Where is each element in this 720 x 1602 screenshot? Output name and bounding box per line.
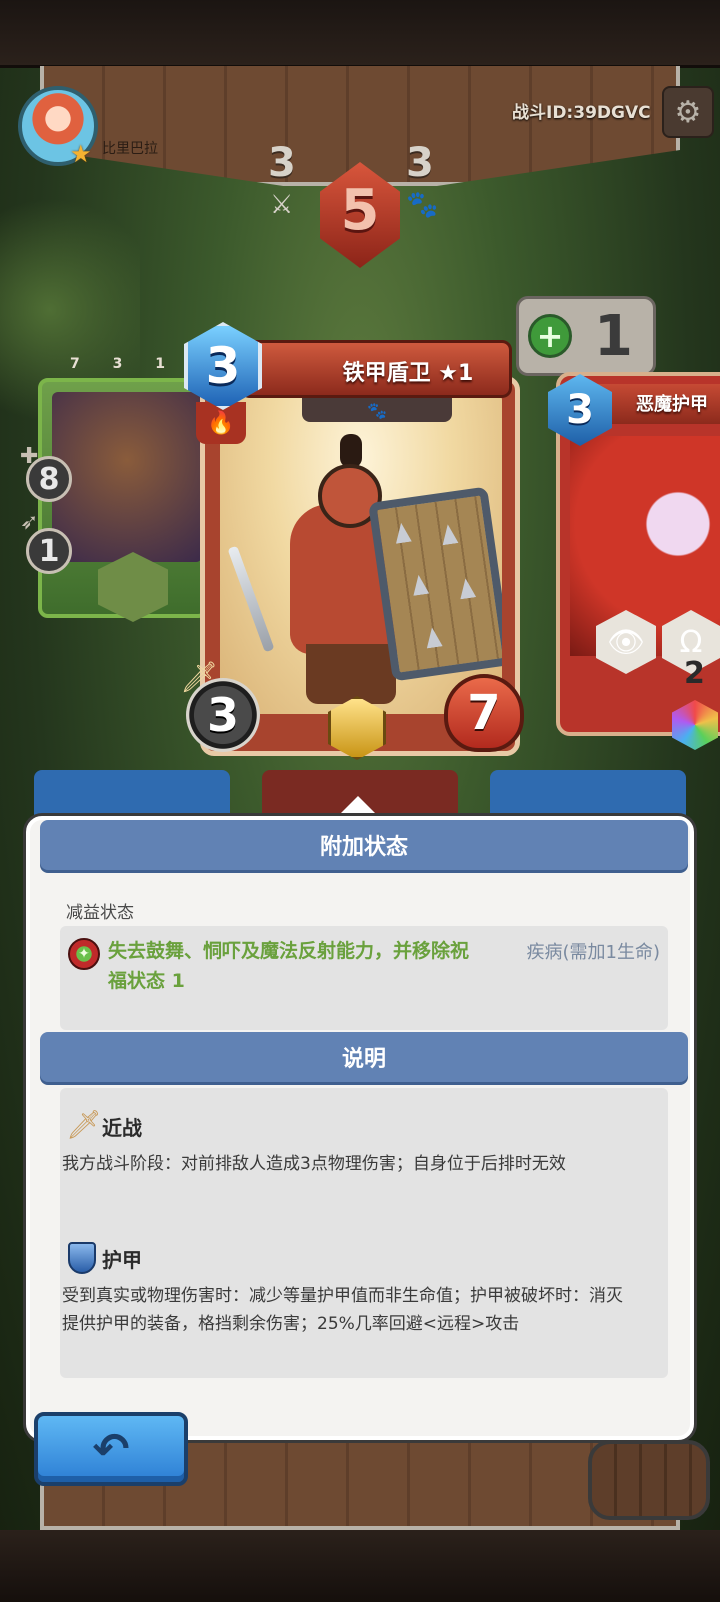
card-title: 铁甲盾卫 ★1 xyxy=(342,361,474,386)
side-card-art xyxy=(52,392,202,562)
sword-icon: 🗡 xyxy=(66,1108,102,1141)
spike xyxy=(458,577,477,599)
keyword-armor-text: 受到真实或物理伤害时：减少等量护甲值而非生命值；护甲被破坏时：消灭提供护甲的装备… xyxy=(62,1286,623,1334)
orc-hair xyxy=(340,434,362,468)
top-bar xyxy=(0,0,720,68)
side-card-left[interactable] xyxy=(38,378,208,622)
turn-center-count: 5 xyxy=(340,178,380,243)
card-art xyxy=(220,394,502,714)
debuff-name: 疾病(需加1生命) xyxy=(526,942,661,963)
gear-icon: ⚙ xyxy=(674,94,702,130)
settings-button[interactable]: ⚙ xyxy=(662,86,714,138)
status-popup: 附加状态 减益状态 ✦ 失去鼓舞、恫吓及魔法反射能力，并移除祝福状态 1 疾病(… xyxy=(26,816,694,1440)
left-attack-badge: 1 xyxy=(26,528,72,574)
card-health: 7 xyxy=(444,674,524,752)
player-name: 比里巴拉 xyxy=(102,141,158,157)
selected-card[interactable]: 铁甲盾卫 ★1 🐾 🔥 3 3 🗡 7 xyxy=(180,322,524,760)
spike xyxy=(411,574,430,596)
side-card-mini-stats: 7 3 1 xyxy=(70,356,179,372)
fire-icon: 🔥 xyxy=(207,410,235,436)
end-turn-button[interactable] xyxy=(588,1440,710,1520)
debuff-label: 减益状态 xyxy=(66,903,134,923)
card-type-bar: 🐾 xyxy=(302,398,452,422)
right-hex-count: 2 xyxy=(684,656,705,691)
sword-icon: 🗡 xyxy=(180,660,219,695)
paw-icon: 🐾 xyxy=(406,190,439,220)
shield-art xyxy=(368,486,502,682)
battle-id: 战斗ID:39DGVC xyxy=(512,103,651,123)
turn-left-count: 3 xyxy=(268,140,296,186)
card-title-ribbon: 铁甲盾卫 ★1 xyxy=(240,340,512,398)
star-icon: ★ xyxy=(70,140,92,168)
status-section-header: 附加状态 xyxy=(40,820,688,870)
popup-pointer xyxy=(336,796,380,818)
shield-icon xyxy=(68,1242,96,1274)
spike xyxy=(393,522,412,544)
spike xyxy=(440,523,459,545)
back-button[interactable]: ↶ xyxy=(34,1412,188,1486)
sword-icon: ⚔ xyxy=(270,190,294,220)
back-arrow-icon: ↶ xyxy=(92,1423,130,1475)
right-card-title: 恶魔护甲 xyxy=(636,394,708,415)
plus-icon: + xyxy=(528,314,572,358)
left-heal-badge: 8 xyxy=(26,456,72,502)
sword-art xyxy=(227,545,275,653)
keyword-melee-title: 近战 xyxy=(102,1116,142,1140)
debuff-description: 失去鼓舞、恫吓及魔法反射能力，并移除祝福状态 1 xyxy=(108,940,470,992)
explain-section-header: 说明 xyxy=(40,1032,688,1082)
spike xyxy=(424,626,443,648)
heal-count: 1 xyxy=(594,304,633,369)
bottom-bar xyxy=(0,1530,720,1602)
keyword-armor-title: 护甲 xyxy=(102,1248,142,1272)
debuff-row: ✦ 失去鼓舞、恫吓及魔法反射能力，并移除祝福状态 1 疾病(需加1生命) xyxy=(60,926,668,1030)
turn-right-count: 3 xyxy=(406,140,434,186)
orc-legs xyxy=(306,644,396,704)
keyword-melee-text: 我方战斗阶段：对前排敌人造成3点物理伤害；自身位于后排时无效 xyxy=(62,1154,566,1174)
disease-icon: ✦ xyxy=(68,938,100,970)
paw-icon: 🐾 xyxy=(367,400,387,420)
side-card-hex xyxy=(98,552,168,622)
